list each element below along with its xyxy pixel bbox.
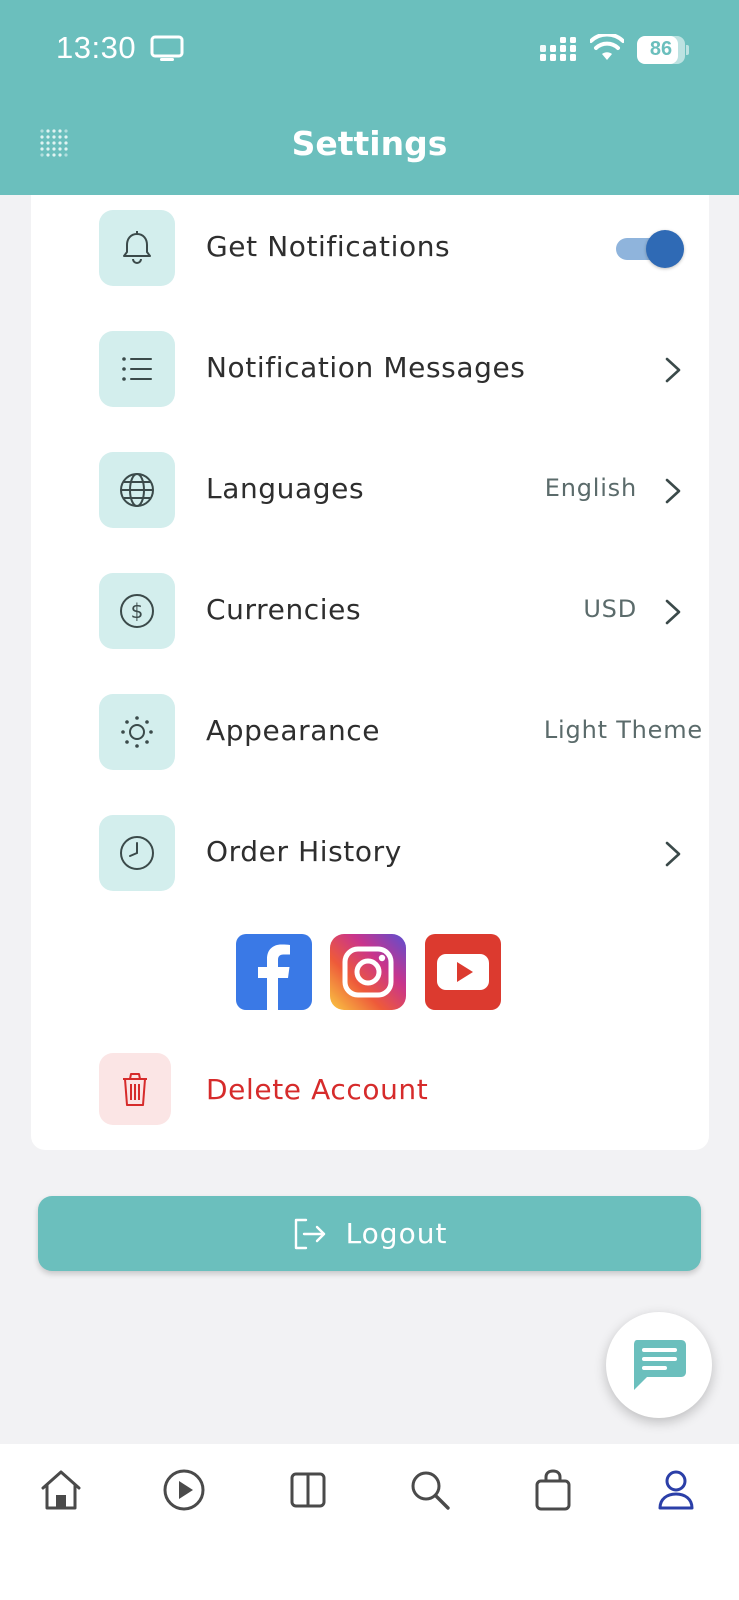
signal-icon [540, 37, 576, 61]
status-time: 13:30 [56, 30, 137, 65]
delete-account-row[interactable]: Delete Account [99, 1053, 703, 1129]
instagram-icon[interactable] [330, 934, 406, 1010]
notification-messages-row[interactable]: Notification Messages [99, 331, 703, 407]
appearance-value: Light Theme [543, 716, 703, 744]
search-icon [411, 1471, 450, 1510]
battery-level: 86 [649, 38, 673, 60]
appearance-row[interactable]: Appearance Light Theme [99, 694, 703, 770]
columns-icon [290, 1472, 326, 1508]
appearance-label: Appearance [206, 714, 381, 747]
languages-row[interactable]: Languages English [99, 452, 703, 528]
wifi-icon [590, 34, 624, 60]
toggle-knob [646, 230, 684, 268]
nav-bag[interactable] [529, 1466, 577, 1514]
bottom-navigation [0, 1444, 739, 1600]
header-bar: 13:30 86 Settings [0, 0, 739, 195]
chevron-right-icon [665, 357, 681, 383]
nav-play[interactable] [160, 1466, 208, 1514]
order-history-row[interactable]: Order History [99, 815, 703, 891]
screen-icon [150, 35, 184, 61]
settings-card: Get Notifications Notification Messages … [31, 195, 709, 1150]
chevron-right-icon [665, 841, 681, 867]
notifications-label: Get Notifications [206, 230, 451, 263]
nav-home[interactable] [37, 1466, 85, 1514]
profile-icon [658, 1470, 694, 1510]
currencies-row[interactable]: $ Currencies USD [99, 573, 703, 649]
clock-icon [99, 815, 175, 891]
facebook-icon[interactable] [236, 934, 312, 1010]
trash-icon [99, 1053, 171, 1125]
notification-messages-label: Notification Messages [206, 351, 526, 384]
battery-icon: 86 [637, 36, 689, 64]
languages-label: Languages [206, 472, 365, 505]
svg-text:$: $ [131, 599, 144, 623]
delete-account-label: Delete Account [206, 1073, 429, 1106]
globe-icon [99, 452, 175, 528]
home-icon [41, 1470, 81, 1510]
play-icon [163, 1469, 205, 1511]
notifications-toggle[interactable] [616, 229, 684, 269]
logout-icon [294, 1218, 325, 1249]
order-history-label: Order History [206, 835, 402, 868]
logout-label: Logout [345, 1217, 448, 1250]
chevron-right-icon [665, 599, 681, 625]
nav-columns[interactable] [284, 1466, 332, 1514]
list-icon [99, 331, 175, 407]
bell-icon [99, 210, 175, 286]
chat-icon [634, 1340, 686, 1390]
notifications-row: Get Notifications [99, 210, 703, 286]
chevron-right-icon [665, 478, 681, 504]
nav-profile[interactable] [652, 1466, 700, 1514]
languages-value: English [544, 474, 637, 502]
dollar-circle-icon: $ [99, 573, 175, 649]
logout-button[interactable]: Logout [38, 1196, 701, 1271]
chat-button[interactable] [606, 1312, 712, 1418]
sun-icon [99, 694, 175, 770]
page-title: Settings [291, 124, 448, 163]
currencies-value: USD [583, 595, 637, 623]
nav-search[interactable] [406, 1466, 454, 1514]
currencies-label: Currencies [206, 593, 362, 626]
youtube-icon[interactable] [425, 934, 501, 1010]
bag-icon [535, 1469, 571, 1511]
